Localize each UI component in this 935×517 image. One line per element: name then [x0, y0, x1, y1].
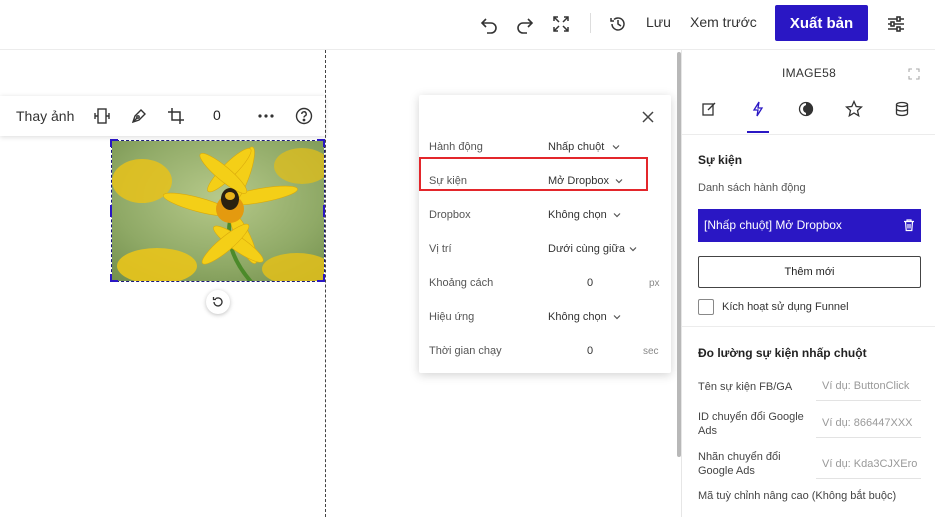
- chevron-down-icon: [629, 247, 637, 252]
- position-label: Vị trí: [429, 243, 452, 255]
- duration-input[interactable]: 0: [587, 345, 593, 357]
- section-guide-line: [325, 50, 326, 517]
- popup-row-distance: Khoảng cách 0 px: [419, 267, 671, 301]
- effect-select[interactable]: Không chọn: [548, 311, 607, 323]
- resize-handle-left[interactable]: [110, 205, 112, 217]
- fb-ga-event-field[interactable]: [816, 371, 921, 401]
- events-section-title: Sự kiện: [698, 153, 743, 167]
- image-toolbar: Thay ảnh 0: [0, 96, 325, 136]
- resize-handle-bl-v[interactable]: [110, 274, 112, 282]
- fullscreen-icon[interactable]: [548, 11, 574, 37]
- more-icon[interactable]: [254, 104, 278, 128]
- popup-row-effect: Hiệu ứng Không chọn: [419, 301, 671, 335]
- fb-ga-event-label: Tên sự kiện FB/GA: [698, 381, 793, 393]
- event-settings-popup: Hành động Nhấp chuột Sự kiện Mở Dropbox …: [419, 95, 671, 373]
- dropbox-select[interactable]: Không chọn: [548, 209, 607, 221]
- top-bar: Lưu Xem trước Xuất bản: [0, 0, 935, 50]
- google-ads-label-label: Nhãn chuyển đổi Google Ads: [698, 451, 781, 477]
- chevron-down-icon: [613, 315, 621, 320]
- save-button[interactable]: Lưu: [646, 14, 671, 30]
- distance-label: Khoảng cách: [429, 277, 494, 289]
- rotate-handle[interactable]: [206, 290, 230, 314]
- edit-icon[interactable]: [698, 98, 720, 120]
- database-icon[interactable]: [891, 98, 913, 120]
- position-select[interactable]: Dưới cùng giữa: [548, 243, 625, 255]
- help-icon[interactable]: [292, 104, 316, 128]
- google-ads-id-label: ID chuyển đổi Google Ads: [698, 411, 804, 437]
- active-tab-indicator: [747, 131, 769, 133]
- star-icon[interactable]: [843, 98, 865, 120]
- event-row-highlight: [419, 157, 648, 191]
- distance-input[interactable]: 0: [587, 277, 593, 289]
- publish-button[interactable]: Xuất bản: [775, 5, 868, 41]
- element-title: IMAGE58: [781, 66, 837, 80]
- google-ads-id-field[interactable]: [816, 408, 921, 438]
- action-item-label: [Nhấp chuột] Mở Dropbox: [704, 218, 842, 232]
- history-icon[interactable]: [605, 11, 631, 37]
- effect-label: Hiệu ứng: [429, 311, 475, 323]
- tracking-section-title: Đo lường sự kiện nhấp chuột: [698, 346, 867, 360]
- lightning-icon[interactable]: [747, 98, 769, 120]
- chevron-down-icon: [612, 145, 620, 150]
- toolbar-separator: [590, 13, 591, 33]
- distance-unit: px: [649, 278, 660, 289]
- trash-icon[interactable]: [902, 218, 916, 232]
- resize-handle-tr-v[interactable]: [323, 139, 325, 147]
- popup-row-dropbox: Dropbox Không chọn: [419, 199, 671, 233]
- popup-row-position: Vị trí Dưới cùng giữa: [419, 233, 671, 267]
- resize-handle-tl-v[interactable]: [110, 139, 112, 147]
- tab-divider: [682, 134, 935, 135]
- fb-ga-event-input[interactable]: [816, 371, 921, 400]
- action-label: Hành động: [429, 141, 483, 153]
- google-ads-label-input[interactable]: [816, 449, 921, 478]
- funnel-label: Kích hoạt sử dụng Funnel: [722, 301, 849, 313]
- chevron-down-icon: [613, 213, 621, 218]
- crop-icon[interactable]: [164, 104, 188, 128]
- custom-code-label: Mã tuỳ chỉnh nâng cao (Không bắt buộc): [698, 490, 897, 502]
- action-list-label: Danh sách hành động: [698, 182, 806, 194]
- undo-icon[interactable]: [476, 11, 502, 37]
- redo-icon[interactable]: [512, 11, 538, 37]
- rotation-value: 0: [213, 107, 221, 123]
- expand-icon[interactable]: [908, 68, 920, 80]
- add-action-button[interactable]: Thêm mới: [698, 256, 921, 288]
- preview-button[interactable]: Xem trước: [690, 14, 757, 30]
- resize-handle-br-v[interactable]: [323, 274, 325, 282]
- action-list-item[interactable]: [Nhấp chuột] Mở Dropbox: [698, 209, 921, 242]
- properties-panel: IMAGE58 Sự kiện Danh sách hành động [Nhấ…: [681, 50, 935, 517]
- section-divider: [682, 326, 935, 327]
- dropbox-label: Dropbox: [429, 209, 471, 221]
- pen-icon[interactable]: [127, 104, 151, 128]
- duration-unit: sec: [643, 346, 659, 357]
- resize-icon[interactable]: [90, 104, 114, 128]
- duration-label: Thời gian chạy: [429, 345, 502, 357]
- style-icon[interactable]: [795, 98, 817, 120]
- flower-photo: [112, 141, 324, 281]
- selected-image[interactable]: [111, 140, 325, 282]
- funnel-checkbox[interactable]: [698, 299, 714, 315]
- popup-row-duration: Thời gian chạy 0 sec: [419, 335, 671, 369]
- google-ads-label-field[interactable]: [816, 449, 921, 479]
- action-select[interactable]: Nhấp chuột: [548, 141, 604, 153]
- resize-handle-right[interactable]: [323, 205, 325, 217]
- replace-image-button[interactable]: Thay ảnh: [16, 108, 74, 124]
- google-ads-id-input[interactable]: [816, 408, 921, 437]
- close-icon[interactable]: [640, 109, 656, 125]
- settings-sliders-icon[interactable]: [883, 11, 909, 37]
